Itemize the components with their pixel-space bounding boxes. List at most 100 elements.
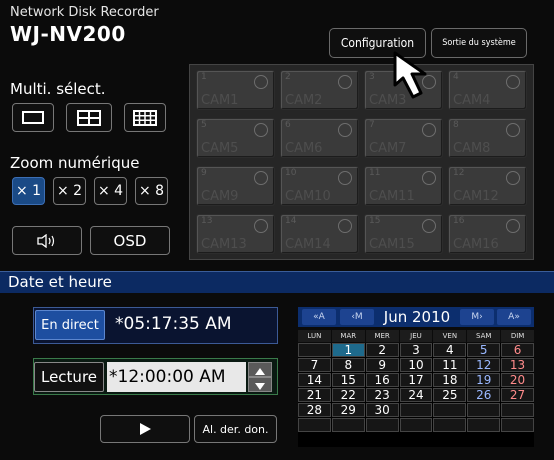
calendar-day	[298, 343, 331, 357]
camera-number: 2	[285, 72, 291, 82]
camera-number: 16	[453, 216, 465, 226]
camera-grid: 1 CAM1 2 CAM2 3 CAM3 4 CAM4 5 CAM5 6 CAM6 7 CAM7 8 CAM8…	[189, 64, 534, 260]
circle-status-icon	[254, 219, 268, 233]
calendar-day[interactable]: 29	[331, 403, 365, 417]
calendar-day[interactable]: 11	[433, 358, 467, 372]
calendar-day[interactable]: 16	[365, 373, 399, 387]
calendar-day[interactable]: 28	[298, 403, 331, 417]
camera-tile[interactable]: 13 CAM13	[196, 214, 275, 254]
camera-label: CAM13	[201, 237, 247, 252]
calendar-day[interactable]: 13	[501, 358, 534, 372]
quad-layout-button[interactable]	[66, 103, 112, 132]
circle-status-icon	[254, 75, 268, 89]
calendar-day[interactable]: 3	[399, 343, 433, 357]
calendar-day[interactable]: 12	[467, 358, 501, 372]
camera-number: 1	[201, 72, 207, 82]
next-month-button[interactable]: M›	[460, 309, 494, 325]
camera-tile[interactable]: 14 CAM14	[280, 214, 359, 254]
last-recording-button[interactable]: Al. der. don.	[194, 415, 277, 443]
calendar-day[interactable]: 30	[365, 403, 399, 417]
grid-layout-button[interactable]	[124, 103, 166, 132]
camera-tile[interactable]: 9 CAM9	[196, 166, 275, 206]
weekday-header: MER	[365, 330, 399, 342]
calendar-day[interactable]: 17	[399, 373, 433, 387]
camera-tile[interactable]: 12 CAM12	[448, 166, 527, 206]
calendar-day[interactable]: 10	[399, 358, 433, 372]
calendar-day	[433, 403, 467, 417]
zoom-x2-button[interactable]: × 2	[53, 177, 86, 205]
camera-tile[interactable]: 4 CAM4	[448, 70, 527, 110]
play-button[interactable]	[100, 415, 190, 443]
speaker-icon	[37, 233, 55, 248]
camera-label: CAM9	[201, 189, 239, 204]
calendar-day[interactable]: 27	[501, 388, 534, 402]
system-exit-button[interactable]: Sortie du système	[431, 28, 527, 58]
zoom-x4-button[interactable]: × 4	[94, 177, 127, 205]
calendar-day	[298, 418, 331, 432]
calendar-day	[331, 418, 365, 432]
multi-select-label: Multi. sélect.	[10, 80, 106, 98]
time-spin-down-button[interactable]	[248, 377, 272, 392]
calendar-day[interactable]: 8	[331, 358, 365, 372]
zoom-x1-button[interactable]: × 1	[12, 177, 45, 205]
circle-status-icon	[422, 123, 436, 137]
calendar-day	[501, 403, 534, 417]
camera-tile[interactable]: 1 CAM1	[196, 70, 275, 110]
camera-number: 15	[369, 216, 381, 226]
product-name: Network Disk Recorder	[10, 5, 159, 20]
camera-tile[interactable]: 5 CAM5	[196, 118, 275, 158]
playback-button[interactable]: Lecture	[34, 362, 104, 392]
camera-tile[interactable]: 16 CAM16	[448, 214, 527, 254]
calendar-day[interactable]: 24	[399, 388, 433, 402]
calendar-day[interactable]: 26	[467, 388, 501, 402]
camera-label: CAM1	[201, 93, 239, 108]
calendar-day[interactable]: 19	[467, 373, 501, 387]
prev-year-button[interactable]: «A	[302, 309, 336, 325]
calendar-day[interactable]: 5	[467, 343, 501, 357]
camera-tile[interactable]: 15 CAM15	[364, 214, 443, 254]
play-icon	[140, 423, 151, 435]
camera-label: CAM6	[285, 141, 323, 156]
calendar-day[interactable]: 14	[298, 373, 331, 387]
circle-status-icon	[338, 219, 352, 233]
camera-label: CAM11	[369, 189, 415, 204]
calendar-day[interactable]: 25	[433, 388, 467, 402]
calendar-day	[365, 418, 399, 432]
camera-tile[interactable]: 10 CAM10	[280, 166, 359, 206]
camera-tile[interactable]: 11 CAM11	[364, 166, 443, 206]
calendar-day[interactable]: 20	[501, 373, 534, 387]
calendar-day[interactable]: 6	[501, 343, 534, 357]
calendar-day[interactable]: 7	[298, 358, 331, 372]
camera-label: CAM7	[369, 141, 407, 156]
camera-number: 7	[369, 120, 375, 130]
calendar-day[interactable]: 4	[433, 343, 467, 357]
calendar-day[interactable]: 15	[331, 373, 365, 387]
calendar-day[interactable]: 1	[331, 343, 365, 357]
single-layout-button[interactable]	[12, 103, 54, 132]
calendar-day[interactable]: 18	[433, 373, 467, 387]
model-name: WJ-NV200	[10, 22, 126, 46]
time-spin-up-button[interactable]	[248, 362, 272, 377]
camera-label: CAM8	[453, 141, 491, 156]
playback-time-field[interactable]: *12:00:00 AM	[107, 362, 246, 392]
single-screen-icon	[22, 111, 44, 124]
camera-tile[interactable]: 2 CAM2	[280, 70, 359, 110]
camera-tile[interactable]: 6 CAM6	[280, 118, 359, 158]
camera-number: 11	[369, 168, 381, 178]
camera-label: CAM14	[285, 237, 331, 252]
circle-status-icon	[506, 219, 520, 233]
calendar-day[interactable]: 9	[365, 358, 399, 372]
calendar-day[interactable]: 22	[331, 388, 365, 402]
osd-button[interactable]: OSD	[90, 226, 170, 255]
calendar-day[interactable]: 21	[298, 388, 331, 402]
live-button[interactable]: En direct	[35, 310, 105, 340]
zoom-x8-button[interactable]: × 8	[135, 177, 168, 205]
calendar-day[interactable]: 23	[365, 388, 399, 402]
camera-tile[interactable]: 7 CAM7	[364, 118, 443, 158]
calendar-day[interactable]: 2	[365, 343, 399, 357]
camera-label: CAM4	[453, 93, 491, 108]
prev-month-button[interactable]: ‹M	[340, 309, 374, 325]
camera-tile[interactable]: 8 CAM8	[448, 118, 527, 158]
next-year-button[interactable]: A»	[497, 309, 531, 325]
audio-button[interactable]	[12, 226, 82, 255]
